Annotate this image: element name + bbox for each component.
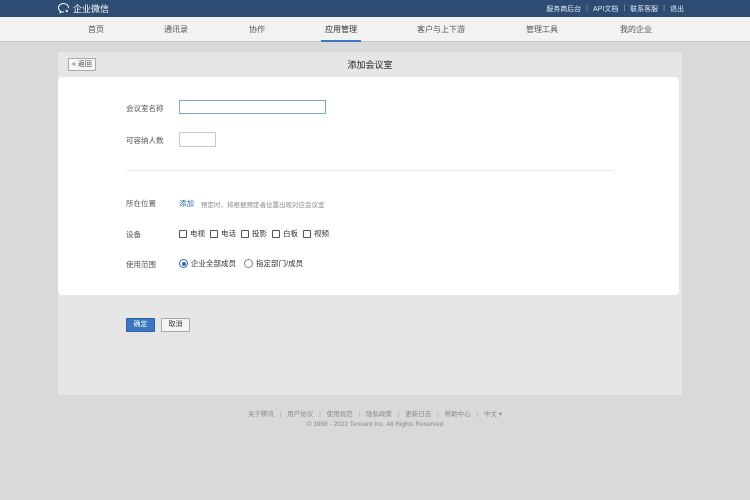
language-selector[interactable]: 中文 ▾ xyxy=(484,411,502,418)
equipment-video-checkbox[interactable]: 视频 xyxy=(303,228,329,239)
footer-separator: | xyxy=(397,411,400,418)
top-link-separator: | xyxy=(623,5,626,12)
main-nav: 首页 通讯录 协作 应用管理 客户与上下游 管理工具 我的企业 xyxy=(0,17,750,42)
footer-separator: | xyxy=(476,411,479,418)
checkbox-box[interactable] xyxy=(272,229,280,238)
form-card: 会议室名称 可容纳人数 所在位置 添加 预定时，将根据预定者位置出现对应会议室 … xyxy=(58,77,679,295)
scope-group: 企业全部成员 指定部门/成员 xyxy=(179,258,311,269)
footer-separator: | xyxy=(319,411,321,418)
nav-my-company[interactable]: 我的企业 xyxy=(620,17,652,42)
cancel-button[interactable]: 取消 xyxy=(161,318,190,332)
footer-link-usage-rules[interactable]: 使用规范 xyxy=(327,411,353,418)
nav-contacts[interactable]: 通讯录 xyxy=(164,17,188,42)
nav-customers[interactable]: 客户与上下游 xyxy=(417,17,465,42)
location-hint: 预定时，将根据预定者位置出现对应会议室 xyxy=(201,202,325,209)
top-link-support[interactable]: 联系客服 xyxy=(630,4,658,14)
confirm-button[interactable]: 确定 xyxy=(126,318,155,332)
footer-link-changelog[interactable]: 更新日志 xyxy=(405,411,431,418)
room-name-input[interactable] xyxy=(179,100,326,114)
add-location-link[interactable]: 添加 xyxy=(179,198,194,209)
checkbox-label: 电视 xyxy=(190,229,205,238)
top-link-separator: | xyxy=(663,5,665,12)
nav-home[interactable]: 首页 xyxy=(88,17,104,42)
checkbox-box[interactable] xyxy=(241,229,249,238)
page-title: 添加会议室 xyxy=(347,60,393,70)
brand-logo[interactable]: 企业微信 xyxy=(58,2,109,15)
nav-admin-tools[interactable]: 管理工具 xyxy=(526,17,558,42)
top-link-provider[interactable]: 服务商后台 xyxy=(546,4,581,14)
form-divider xyxy=(126,170,613,171)
footer-link-privacy[interactable]: 隐私政策 xyxy=(366,411,392,418)
equipment-phone-checkbox[interactable]: 电话 xyxy=(210,228,236,239)
radio-unselected[interactable] xyxy=(244,259,253,268)
checkbox-box[interactable] xyxy=(210,229,218,238)
footer-link-help[interactable]: 帮助中心 xyxy=(445,411,471,418)
radio-label: 指定部门/成员 xyxy=(256,259,304,268)
room-name-label: 会议室名称 xyxy=(126,104,164,113)
footer-separator: | xyxy=(437,411,439,418)
nav-collaboration[interactable]: 协作 xyxy=(249,17,265,42)
top-bar: 企业微信 服务商后台 | API文档 | 联系客服 | 退出 xyxy=(0,0,750,17)
checkbox-label: 视频 xyxy=(314,229,329,238)
equipment-label: 设备 xyxy=(126,230,141,239)
scope-all-members-radio[interactable]: 企业全部成员 xyxy=(179,258,236,269)
capacity-label: 可容纳人数 xyxy=(126,136,164,145)
nav-app-management[interactable]: 应用管理 xyxy=(321,17,361,42)
footer-links: 关于腾讯 | 用户协议 | 使用规范 | 隐私政策 | 更新日志 | 帮助中心 … xyxy=(0,408,750,418)
scope-specified-radio[interactable]: 指定部门/成员 xyxy=(244,258,303,269)
footer-separator: | xyxy=(279,411,282,418)
copyright: © 1998 - 2022 Tencent Inc. All Rights Re… xyxy=(306,421,444,428)
main-panel: « 返回 添加会议室 会议室名称 可容纳人数 所在位置 添加 预定时，将根据预定… xyxy=(58,52,682,395)
top-links: 服务商后台 | API文档 | 联系客服 | 退出 xyxy=(546,0,684,17)
equipment-whiteboard-checkbox[interactable]: 白板 xyxy=(272,228,298,239)
radio-selected[interactable] xyxy=(179,259,188,268)
equipment-tv-checkbox[interactable]: 电视 xyxy=(179,228,205,239)
brand-name: 企业微信 xyxy=(73,4,110,14)
capacity-input[interactable] xyxy=(179,132,216,147)
footer-separator: | xyxy=(358,411,361,418)
footer-link-about[interactable]: 关于腾讯 xyxy=(248,411,274,418)
checkbox-label: 投影 xyxy=(252,229,267,238)
wework-logo-icon xyxy=(58,3,69,14)
top-link-logout[interactable]: 退出 xyxy=(670,4,684,14)
top-link-separator: | xyxy=(586,5,589,12)
top-link-api-docs[interactable]: API文档 xyxy=(593,4,618,14)
location-label: 所在位置 xyxy=(126,199,156,208)
checkbox-box[interactable] xyxy=(303,229,311,238)
checkbox-label: 白板 xyxy=(283,229,298,238)
equipment-projector-checkbox[interactable]: 投影 xyxy=(241,228,267,239)
equipment-group: 电视 电话 投影 白板 视频 xyxy=(179,228,334,239)
checkbox-box[interactable] xyxy=(179,229,187,238)
footer-link-user-agreement[interactable]: 用户协议 xyxy=(287,411,313,418)
scope-label: 使用范围 xyxy=(126,260,156,269)
radio-label: 企业全部成员 xyxy=(191,259,236,268)
panel-header: « 返回 添加会议室 xyxy=(58,52,682,77)
checkbox-label: 电话 xyxy=(221,229,236,238)
